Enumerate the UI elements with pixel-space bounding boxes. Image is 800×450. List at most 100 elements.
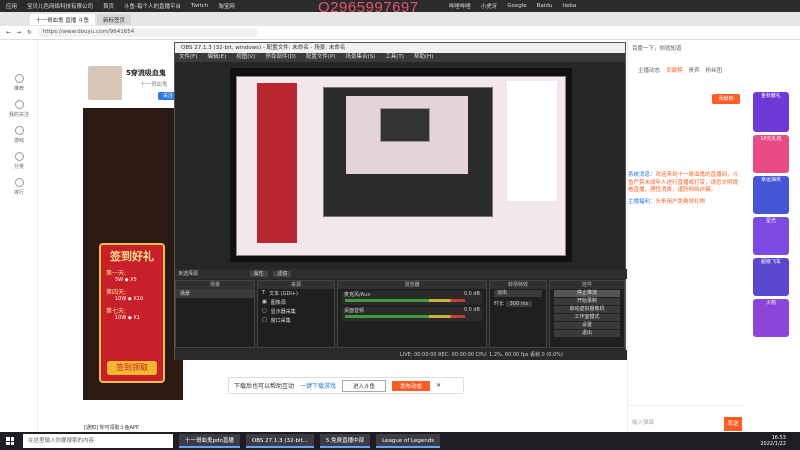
download-notice: 下载后也可以帮助互动 一键下载游戏 进入斗鱼 发布动态 ✕ (228, 377, 464, 394)
tab-contribution[interactable]: 贡献榜 (666, 66, 683, 74)
taskbar: 在这里输入你要搜索的内容 十一哥血鬼pdo直播 OBS 27.1.3 (32-b… (0, 432, 800, 450)
reward-amount: 10W (115, 296, 127, 302)
ad-banner[interactable]: 火箭 (753, 299, 789, 337)
system-prefix: 系统消息： (628, 172, 656, 178)
bookmark-item[interactable]: 小虎牙 (478, 2, 501, 10)
close-icon[interactable]: ✕ (436, 382, 441, 389)
sidebar-item-games[interactable]: 游戏 (0, 122, 38, 148)
trophy-icon (14, 178, 24, 187)
filters-button[interactable]: 滤镜 (273, 271, 292, 277)
properties-bar: 未选择源 属性 滤镜 (175, 269, 627, 279)
menu-scene-collection[interactable]: 场景集合(S) (345, 53, 375, 62)
checkin-banner[interactable]: 签到好礼 第一天: 5W ◆ X5 第四天: 10W ◆ X10 第七天: 10… (99, 243, 165, 383)
send-button[interactable]: 发送 (724, 417, 742, 431)
window-source-icon: □ (262, 317, 267, 323)
bookmark-item[interactable]: 淘宝网 (215, 2, 238, 10)
notice-link[interactable]: 一键下载游戏 (300, 381, 336, 390)
enter-button[interactable]: 进入斗鱼 (342, 379, 387, 392)
preview-nested-obs (323, 87, 493, 217)
tab-vip[interactable]: 贵宾 (689, 66, 700, 74)
browser-tab[interactable]: 新标签页 (97, 13, 132, 25)
ad-banner[interactable]: 超级飞车 (753, 258, 789, 296)
virtual-camera-button[interactable]: 启动虚拟摄像机 (554, 306, 620, 313)
source-item[interactable]: ▣ 图像源 (258, 298, 334, 307)
bookmark-item[interactable]: 哔哩哔哩 (446, 2, 474, 10)
sidebar-item-category[interactable]: 分类 (0, 148, 38, 174)
bookmark-item[interactable]: 宝贝儿色网络科技有限公司 (24, 2, 96, 10)
source-item[interactable]: ▢ 显示器采集 (258, 307, 334, 316)
transition-select[interactable]: 淡出 (494, 290, 542, 297)
taskbar-item[interactable]: 十一哥血鬼pdo直播 (179, 434, 240, 448)
track-name: 桌面音频 (344, 308, 365, 314)
menu-file[interactable]: 文件(F) (179, 53, 197, 62)
duration-field[interactable]: 300 ms (505, 301, 533, 307)
menu-view[interactable]: 视图(V) (236, 53, 255, 62)
studio-mode-button[interactable]: 工作室模式 (554, 314, 620, 321)
bookmark-item[interactable]: Twitch (188, 3, 211, 9)
settings-button[interactable]: 设置 (554, 322, 620, 329)
ad-banner[interactable]: 幸运抽奖 (753, 176, 789, 214)
browser-tab-active[interactable]: 十一哥血鬼 直播 斗鱼 (30, 13, 95, 25)
menu-docks[interactable]: 停靠部件(D) (265, 53, 296, 62)
bookmark-item[interactable]: Google (504, 3, 529, 9)
taskbar-item[interactable]: 5.免费直播中部 (319, 434, 371, 448)
source-name: 显示器采集 (270, 309, 296, 315)
bookmark-item[interactable]: 首页 (100, 2, 117, 10)
tip-text: 头条用户免费领礼物 (655, 198, 706, 205)
publish-button[interactable]: 发布动态 (392, 380, 431, 391)
windows-start-icon[interactable] (3, 434, 17, 448)
bookmark-item[interactable]: 应用 (3, 2, 20, 10)
scene-item[interactable]: 场景 (176, 289, 254, 298)
url-field[interactable]: https://www.douyu.com/9641654 (37, 28, 258, 37)
properties-button[interactable]: 属性 (249, 271, 268, 277)
reload-icon[interactable]: ↻ (27, 30, 32, 36)
taskbar-search[interactable]: 在这里输入你要搜索的内容 (23, 434, 173, 448)
source-item[interactable]: □ 窗口采集 (258, 316, 334, 325)
sidebar-item-rank[interactable]: 排行 (0, 174, 38, 200)
stop-stream-button[interactable]: 停止推流 (554, 290, 620, 297)
exit-button[interactable]: 退出 (554, 330, 620, 337)
sidebar-item-recommend[interactable]: 推荐 (0, 70, 38, 96)
menu-tools[interactable]: 工具(T) (385, 53, 404, 62)
forward-icon[interactable]: → (17, 30, 22, 36)
volume-meter[interactable] (345, 299, 465, 302)
bookmark-item[interactable]: Baidu (534, 3, 556, 9)
avatar[interactable] (88, 66, 122, 100)
source-name: 图像源 (270, 300, 286, 306)
track-db: 0.0 dB (463, 291, 480, 297)
track-name: 麦克风/Aux (344, 292, 371, 298)
back-icon[interactable]: ← (6, 30, 11, 36)
tab-dynamic[interactable]: 主播动态 (638, 66, 660, 74)
preview-nested-banner (257, 83, 297, 243)
taskbar-item[interactable]: League of Legends (376, 434, 441, 448)
barrage-line: 弹幕关闭，画面连接失败，您当前没有关注 (315, 366, 430, 373)
taskbar-item[interactable]: OBS 27.1.3 (32-bit... (245, 434, 314, 448)
bookmark-item[interactable]: 斗鱼-每个人的直播平台 (121, 2, 184, 10)
right-link[interactable]: 百度一下，你就知道 (632, 44, 682, 52)
obs-preview[interactable] (230, 68, 572, 262)
sources-header: 来源 (258, 281, 334, 289)
obs-title: OBS 27.1.3 (32-bit, windows) - 配置文件: 未命名… (175, 43, 625, 53)
contribution-button[interactable]: 贡献榜 (712, 94, 740, 104)
preview-nested-inner (346, 96, 468, 174)
bookmark-item[interactable]: tieba (559, 3, 579, 9)
menu-help[interactable]: 帮助(H) (414, 53, 433, 62)
no-source-label: 未选择源 (178, 271, 199, 277)
sidebar-label: 游戏 (13, 138, 24, 144)
taskbar-clock[interactable]: 16:53 2022/1/22 (760, 435, 800, 447)
mixer-panel: 混音器 麦克风/Aux 0.0 dB 桌面音频 0.0 dB (337, 280, 487, 348)
day-label: 第七天: (106, 308, 127, 315)
ad-banner[interactable]: 金秋献礼 (753, 92, 789, 132)
start-record-button[interactable]: 开始录制 (554, 298, 620, 305)
display-source-icon: ▢ (262, 308, 267, 314)
ad-banner[interactable]: 星光 (753, 217, 789, 255)
image-source-icon: ▣ (262, 299, 267, 305)
menu-profile[interactable]: 配置文件(P) (306, 53, 336, 62)
sidebar-item-follow[interactable]: 我的关注 (0, 96, 38, 122)
source-item[interactable]: T 文本 (GDI+) (258, 289, 334, 298)
ad-banner[interactable]: 10元礼包 (753, 135, 789, 173)
menu-edit[interactable]: 编辑(E) (207, 53, 226, 62)
volume-meter[interactable] (345, 315, 465, 318)
sidebar-label: 推荐 (13, 86, 24, 92)
tab-fans[interactable]: 粉丝团 (706, 66, 723, 74)
